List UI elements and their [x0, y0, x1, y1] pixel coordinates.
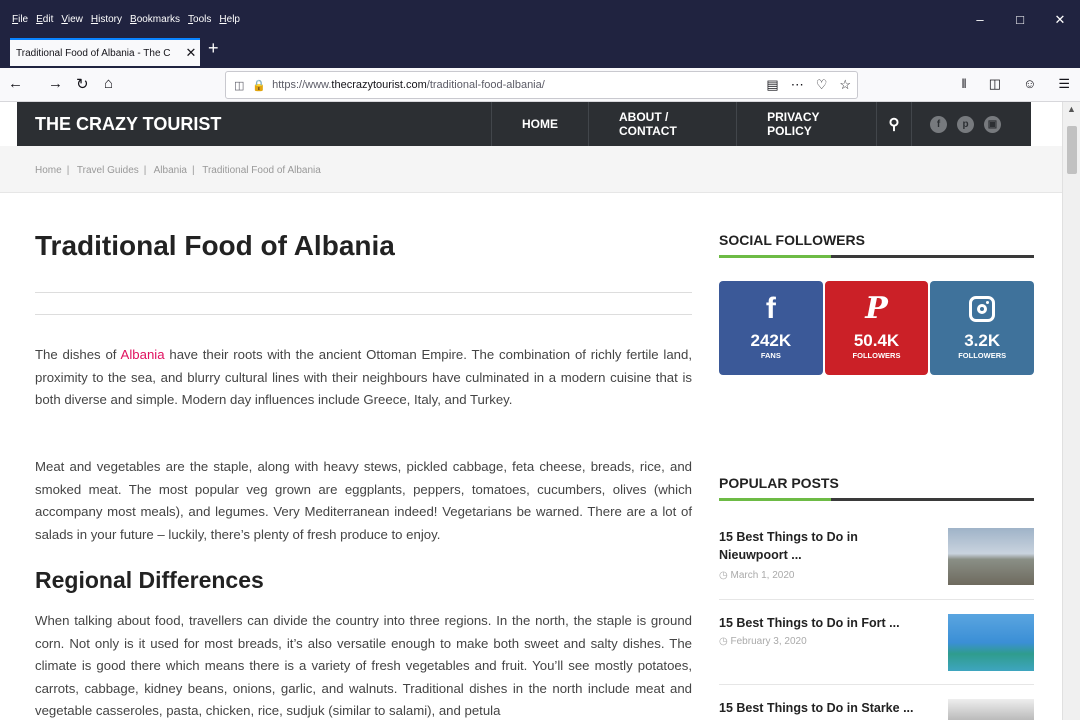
facebook-followers-box[interactable]: f 242K FANS — [719, 281, 823, 375]
pocket-icon[interactable]: ♡ — [816, 77, 828, 93]
menu-history[interactable]: History — [91, 14, 122, 25]
nav-home[interactable]: HOME — [491, 102, 588, 146]
social-followers-title: SOCIAL FOLLOWERS — [719, 232, 865, 248]
maximize-icon[interactable]: □ — [1000, 12, 1040, 28]
account-icon[interactable]: ☺ — [1023, 76, 1036, 92]
widget-title-rule — [719, 498, 1034, 501]
menu-help[interactable]: Help — [219, 14, 240, 25]
url-domain: thecrazytourist.com — [331, 79, 427, 91]
pinterest-count: 50.4K — [853, 331, 900, 350]
scroll-up-icon[interactable]: ▲ — [1067, 104, 1076, 114]
p1-text-before: The dishes of — [35, 347, 121, 362]
pinterest-icon[interactable]: p — [957, 115, 974, 133]
site-header: THE CRAZY TOURIST HOME ABOUT / CONTACT P… — [17, 102, 1031, 146]
sidebar-icon[interactable]: ◫ — [989, 76, 1001, 92]
url-text: https://www.thecrazytourist.com/traditio… — [272, 79, 545, 91]
post-thumbnail[interactable] — [948, 528, 1034, 585]
tab-close-icon[interactable]: ✕ — [182, 45, 200, 61]
facebook-icon: f — [765, 292, 776, 325]
nav-privacy-policy[interactable]: PRIVACY POLICY — [736, 102, 876, 146]
facebook-count: 242K — [750, 331, 792, 350]
bookmark-star-icon[interactable]: ☆ — [839, 77, 851, 93]
search-icon[interactable]: ⚲ — [876, 102, 911, 146]
menu-edit[interactable]: Edit — [36, 14, 53, 25]
pinterest-label: FOLLOWERS — [852, 351, 901, 360]
breadcrumb-home[interactable]: Home — [35, 165, 62, 176]
post-thumbnail[interactable] — [948, 614, 1034, 671]
site-nav: HOME ABOUT / CONTACT PRIVACY POLICY ⚲ f … — [491, 102, 1031, 146]
post-date: ◷ February 3, 2020 — [719, 636, 807, 647]
shield-icon[interactable]: ◫ — [234, 79, 244, 92]
scrollbar-thumb[interactable] — [1067, 126, 1077, 174]
instagram-followers-box[interactable]: 3.2K FOLLOWERS — [930, 281, 1035, 375]
divider — [35, 314, 692, 315]
breadcrumb-albania[interactable]: Albania — [154, 165, 187, 176]
menu-bar: File Edit View History Bookmarks Tools H… — [0, 0, 1080, 34]
window-controls: – □ ✕ — [960, 12, 1080, 28]
post-divider — [719, 684, 1034, 685]
menu-tools[interactable]: Tools — [188, 14, 211, 25]
post-thumbnail[interactable] — [948, 699, 1034, 720]
breadcrumb: Home | Travel Guides | Albania | Traditiona… — [35, 165, 321, 176]
divider — [35, 292, 692, 293]
widget-title-rule — [719, 255, 1034, 258]
social-followers-widget: f 242K FANS P 50.4K FOLLOWERS 3.2K FOLLO… — [719, 281, 1035, 375]
lock-icon[interactable]: 🔒 — [252, 79, 266, 92]
instagram-icon — [969, 296, 996, 322]
albania-link[interactable]: Albania — [121, 347, 165, 362]
post-date: ◷ March 1, 2020 — [719, 570, 795, 581]
toolbar-right: ‖ ◫ ☺ ☰ — [961, 76, 1070, 92]
url-path: /traditional-food-albania/ — [426, 79, 545, 91]
instagram-count: 3.2K — [964, 331, 1001, 350]
library-icon[interactable]: ‖ — [961, 76, 966, 92]
menu-items: File Edit View History Bookmarks Tools H… — [12, 14, 240, 25]
tab-title: Traditional Food of Albania - The C — [16, 47, 171, 59]
tab-strip: Traditional Food of Albania - The C ✕ + — [0, 34, 1080, 68]
home-icon[interactable]: ⌂ — [104, 75, 113, 92]
post-divider — [719, 599, 1034, 600]
post-date-text: March 1, 2020 — [730, 570, 795, 581]
post-date-text: February 3, 2020 — [730, 636, 807, 647]
section-heading: Regional Differences — [35, 567, 264, 593]
url-prefix: https://www. — [272, 79, 332, 91]
popular-posts-title: POPULAR POSTS — [719, 475, 839, 491]
close-window-icon[interactable]: ✕ — [1040, 12, 1080, 28]
post-title[interactable]: 15 Best Things to Do in Starke ... — [719, 699, 929, 717]
article-paragraph-3: When talking about food, travellers can … — [35, 613, 692, 718]
tab-active[interactable]: Traditional Food of Albania - The C ✕ — [10, 38, 200, 66]
page-content: THE CRAZY TOURIST HOME ABOUT / CONTACT P… — [0, 102, 1062, 720]
minimize-icon[interactable]: – — [960, 12, 1000, 28]
facebook-icon[interactable]: f — [930, 115, 947, 133]
hamburger-menu-icon[interactable]: ☰ — [1058, 76, 1070, 92]
pinterest-icon: P — [865, 291, 888, 326]
url-bar-icons: ▤ ⋯ ♡ ☆ — [766, 77, 851, 93]
page-title: Traditional Food of Albania — [35, 230, 395, 261]
menu-view[interactable]: View — [61, 14, 83, 25]
article-paragraph-1: The dishes of Albania have their roots w… — [35, 344, 692, 412]
pinterest-followers-box[interactable]: P 50.4K FOLLOWERS — [824, 281, 929, 375]
post-title[interactable]: 15 Best Things to Do in Fort ... — [719, 614, 929, 632]
vertical-scrollbar[interactable]: ▲ — [1062, 102, 1080, 720]
nav-about-contact[interactable]: ABOUT / CONTACT — [588, 102, 736, 146]
menu-bookmarks[interactable]: Bookmarks — [130, 14, 180, 25]
breadcrumb-current: Traditional Food of Albania — [202, 165, 321, 176]
site-title[interactable]: THE CRAZY TOURIST — [35, 114, 221, 135]
header-social-icons: f p ▣ — [911, 102, 1031, 146]
reload-icon[interactable]: ↻ — [76, 75, 89, 93]
url-bar[interactable]: ◫ 🔒 https://www.thecrazytourist.com/trad… — [225, 71, 858, 99]
instagram-label: FOLLOWERS — [958, 351, 1007, 360]
new-tab-icon[interactable]: + — [208, 38, 219, 59]
facebook-label: FANS — [760, 351, 781, 360]
back-icon[interactable]: ← — [8, 75, 23, 92]
breadcrumb-bar: Home | Travel Guides | Albania | Traditiona… — [0, 146, 1062, 193]
navigation-toolbar: ← → ↻ ⌂ ◫ 🔒 https://www.thecrazytourist.… — [0, 68, 1080, 102]
page-actions-icon[interactable]: ⋯ — [791, 77, 804, 93]
reader-view-icon[interactable]: ▤ — [766, 77, 778, 93]
menu-file[interactable]: File — [12, 14, 28, 25]
post-title[interactable]: 15 Best Things to Do in Nieuwpoort ... — [719, 528, 929, 564]
instagram-icon[interactable]: ▣ — [984, 115, 1001, 133]
forward-icon[interactable]: → — [48, 75, 63, 92]
breadcrumb-travel-guides[interactable]: Travel Guides — [77, 165, 139, 176]
article-paragraph-2: Meat and vegetables are the staple, alon… — [35, 459, 692, 542]
